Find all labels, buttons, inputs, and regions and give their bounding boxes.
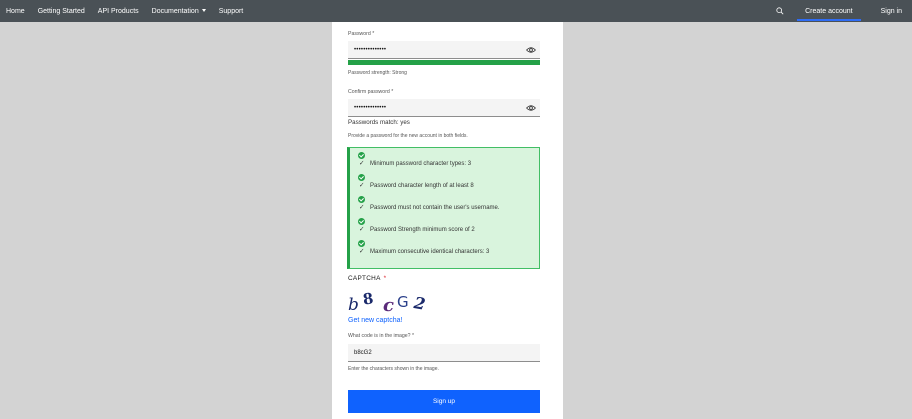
nav-documentation-menu[interactable]: Documentation <box>152 8 206 15</box>
nav-documentation-label: Documentation <box>151 7 199 15</box>
checkmark-icon: ✓ <box>359 204 365 211</box>
svg-text:G: G <box>397 293 409 311</box>
new-captcha-link[interactable]: Get new captcha! <box>348 317 402 324</box>
caret-down-icon <box>201 8 206 12</box>
check-circle-icon <box>358 218 365 225</box>
check-circle-icon <box>358 174 365 181</box>
checkmark-icon: ✓ <box>359 160 365 167</box>
top-navbar: Home Getting Started API Products Docume… <box>0 0 912 22</box>
confirm-password-label: Confirm password * <box>348 89 394 95</box>
password-value: •••••••••••••• <box>354 46 387 53</box>
nav-links: Home Getting Started API Products Docume… <box>6 0 243 22</box>
captcha-help-text: Enter the characters shown in the image. <box>348 366 439 372</box>
requirement-text: Password must not contain the user's use… <box>370 205 500 211</box>
requirement-item: ✓ Password must not contain the user's u… <box>358 196 538 212</box>
registration-form-card: Password * •••••••••••••• Password stren… <box>332 22 563 419</box>
password-help-text: Provide a password for the new account i… <box>348 133 468 139</box>
passwords-match-text: Passwords match: yes <box>348 119 410 126</box>
captcha-heading: CAPTCHA * <box>348 275 387 282</box>
confirm-password-value: •••••••••••••• <box>354 104 387 111</box>
captcha-image: b 8 c G 2 <box>348 290 427 314</box>
requirement-text: Minimum password character types: 3 <box>370 161 472 167</box>
svg-text:c: c <box>383 295 394 314</box>
requirement-text: Maximum consecutive identical characters… <box>370 249 490 255</box>
password-requirements-box: ✓ Minimum password character types: 3 ✓ … <box>347 147 540 269</box>
password-strength-text: Password strength: Strong <box>348 70 407 76</box>
create-account-link[interactable]: Create account <box>797 0 862 22</box>
check-circle-icon <box>358 196 365 203</box>
search-button[interactable] <box>773 4 787 18</box>
sign-in-link[interactable]: Sign in <box>881 8 902 15</box>
nav-api-products-link[interactable]: API Products <box>98 8 139 15</box>
svg-text:8: 8 <box>362 290 375 309</box>
checkmark-icon: ✓ <box>359 248 365 255</box>
password-strength-meter <box>348 60 540 65</box>
requirement-text: Password character length of at least 8 <box>370 183 474 189</box>
search-icon <box>776 7 784 15</box>
check-circle-icon <box>358 152 365 159</box>
svg-text:2: 2 <box>412 293 427 314</box>
requirement-item: ✓ Password Strength minimum score of 2 <box>358 218 538 234</box>
captcha-code-label: What code is in the image? * <box>348 333 415 339</box>
password-strength-fill <box>348 60 540 65</box>
sign-up-button[interactable]: Sign up <box>348 390 540 413</box>
nav-getting-started-link[interactable]: Getting Started <box>38 8 85 15</box>
password-field[interactable]: •••••••••••••• <box>348 41 540 59</box>
nav-actions: Create account Sign in <box>773 0 902 22</box>
requirement-item: ✓ Password character length of at least … <box>358 174 538 190</box>
captcha-code-input[interactable]: b8cG2 <box>348 344 540 362</box>
requirement-item: ✓ Maximum consecutive identical characte… <box>358 240 538 256</box>
svg-text:b: b <box>348 295 359 314</box>
requirement-text: Password Strength minimum score of 2 <box>370 227 475 233</box>
nav-support-link[interactable]: Support <box>219 8 244 15</box>
show-password-icon[interactable] <box>526 46 536 54</box>
password-label: Password * <box>348 31 375 37</box>
nav-home-link[interactable]: Home <box>6 8 25 15</box>
requirement-item: ✓ Minimum password character types: 3 <box>358 152 538 168</box>
check-circle-icon <box>358 240 365 247</box>
show-confirm-password-icon[interactable] <box>526 104 536 112</box>
checkmark-icon: ✓ <box>359 226 365 233</box>
confirm-password-field[interactable]: •••••••••••••• <box>348 99 540 117</box>
checkmark-icon: ✓ <box>359 182 365 189</box>
captcha-code-value: b8cG2 <box>354 349 372 356</box>
